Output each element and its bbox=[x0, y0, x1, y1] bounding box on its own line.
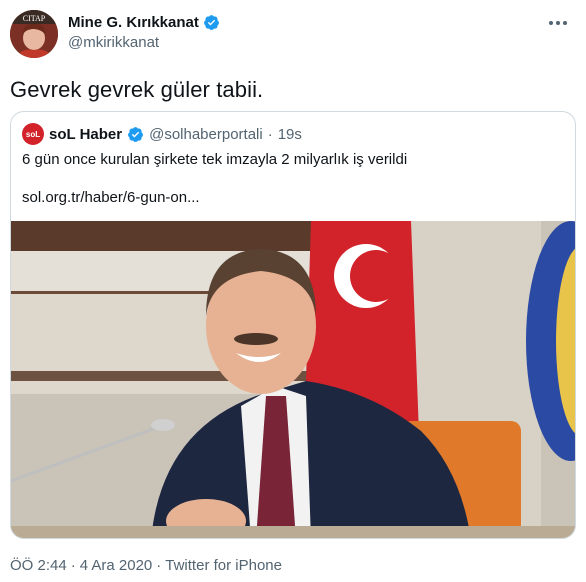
quoted-tweet-text: 6 gün once kurulan şirkete tek imzayla 2… bbox=[22, 151, 408, 168]
more-options-icon[interactable] bbox=[546, 14, 570, 32]
quoted-tweet-link[interactable]: sol.org.tr/haber/6-gun-on... bbox=[22, 189, 200, 206]
tweet-source[interactable]: Twitter for iPhone bbox=[165, 557, 282, 574]
quoted-display-name[interactable]: soL Haber bbox=[49, 126, 122, 143]
quoted-verified-badge-icon bbox=[128, 126, 144, 142]
tweet-text: Gevrek gevrek güler tabii. bbox=[10, 77, 264, 102]
tweet-footer: ÖÖ 2:44 · 4 Ara 2020 · Twitter for iPhon… bbox=[10, 557, 282, 574]
quoted-separator: · bbox=[267, 125, 273, 143]
avatar-text: CITAP bbox=[23, 14, 46, 23]
author-display-name[interactable]: Mine G. Kırıkkanat bbox=[68, 14, 199, 31]
sol-logo-text: soL bbox=[25, 129, 41, 139]
author-handle[interactable]: @mkirikkanat bbox=[68, 34, 159, 51]
sol-haber-logo[interactable]: soL bbox=[22, 123, 44, 145]
quoted-handle[interactable]: @solhaberportali bbox=[149, 126, 263, 143]
quoted-timestamp[interactable]: 19s bbox=[278, 126, 302, 143]
quoted-tweet-card[interactable]: soL soL Haber @solhaberportali · 19s 6 g… bbox=[10, 111, 576, 539]
author-name-row: Mine G. Kırıkkanat bbox=[68, 14, 220, 31]
footer-separator-2: · bbox=[156, 557, 162, 574]
tweet-date[interactable]: 4 Ara 2020 bbox=[80, 557, 153, 574]
tweet-header: CITAP Mine G. Kırıkkanat @mkirikkanat bbox=[10, 10, 576, 60]
footer-separator-1: · bbox=[70, 557, 76, 574]
verified-badge-icon bbox=[203, 15, 219, 30]
avatar-photo: CITAP bbox=[10, 10, 58, 58]
quoted-tweet-photo[interactable] bbox=[11, 221, 576, 539]
quoted-tweet-header: soL soL Haber @solhaberportali · 19s bbox=[22, 123, 302, 145]
tweet-time[interactable]: ÖÖ 2:44 bbox=[10, 557, 67, 574]
author-avatar[interactable]: CITAP bbox=[10, 10, 58, 58]
